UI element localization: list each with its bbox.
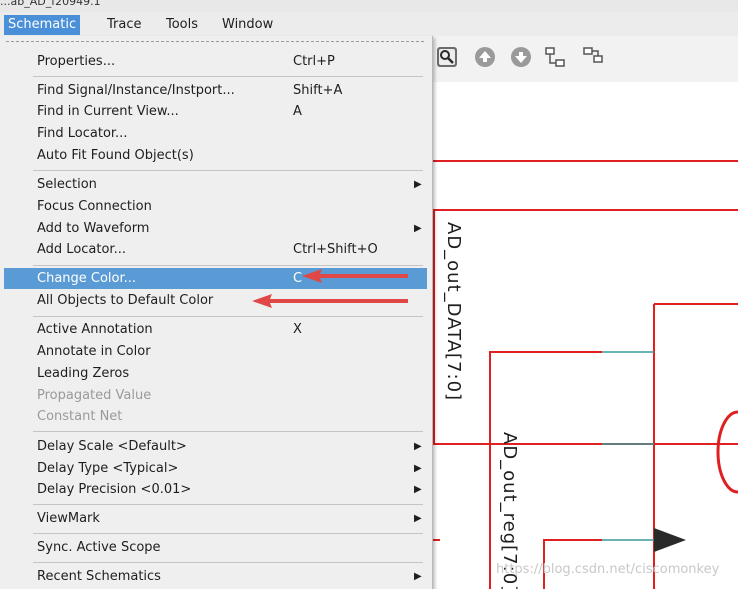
menu-separator	[33, 316, 423, 317]
menu-item-properties[interactable]: Properties... Ctrl+P	[4, 51, 427, 72]
menu-trace[interactable]: Trace	[103, 15, 146, 35]
menu-separator	[33, 504, 423, 505]
menu-schematic[interactable]: Schematic	[4, 15, 81, 35]
submenu-arrow-icon: ▶	[414, 441, 422, 452]
menu-window[interactable]: Window	[218, 15, 277, 35]
menu-tools[interactable]: Tools	[162, 15, 202, 35]
window-title-bar: ...ab_AD_f20949.1	[0, 0, 738, 12]
menu-item-sync-active-scope[interactable]: Sync. Active Scope	[4, 537, 427, 558]
menu-item-find-locator[interactable]: Find Locator...	[4, 123, 427, 144]
menu-item-propagated-value: Propagated Value	[37, 388, 152, 403]
arrow-down-icon[interactable]	[510, 46, 532, 68]
hierarchy-down-icon[interactable]	[544, 46, 566, 68]
menu-separator	[33, 533, 423, 534]
menu-item-add-locator[interactable]: Add Locator... Ctrl+Shift+O	[4, 239, 427, 260]
menu-item-delay-precision[interactable]: Delay Precision <0.01> ▶	[4, 479, 427, 500]
menu-item-delay-scale[interactable]: Delay Scale <Default> ▶	[4, 436, 427, 457]
hierarchy-up-icon[interactable]	[582, 46, 604, 68]
menu-separator	[33, 431, 423, 432]
annotation-arrow-icon	[302, 269, 408, 283]
menu-item-annotate-in-color[interactable]: Annotate in Color	[4, 341, 427, 362]
menu-item-delay-type[interactable]: Delay Type <Typical> ▶	[4, 458, 427, 479]
schematic-canvas[interactable]: AD_out_DATA[7:0] AD_out_reg[7:0] https:/…	[432, 82, 738, 589]
zoom-select-icon[interactable]	[436, 46, 458, 68]
submenu-arrow-icon: ▶	[414, 223, 422, 234]
menu-item-viewmark[interactable]: ViewMark ▶	[4, 508, 427, 529]
menu-item-add-to-waveform[interactable]: Add to Waveform ▶	[4, 218, 427, 239]
menu-item-leading-zeros[interactable]: Leading Zeros	[4, 363, 427, 384]
watermark: https://blog.csdn.net/ciscomonkey	[496, 562, 720, 577]
window-title: ...ab_AD_f20949.1	[0, 0, 101, 8]
menu-item-find-current-view[interactable]: Find in Current View... A	[4, 101, 427, 122]
menu-item-find-signal[interactable]: Find Signal/Instance/Instport... Shift+A	[4, 80, 427, 101]
menu-tearoff[interactable]	[6, 41, 424, 42]
menu-item-selection[interactable]: Selection ▶	[4, 174, 427, 195]
annotation-arrow-icon	[252, 294, 408, 308]
menu-bar: Schematic Trace Tools Window	[0, 12, 738, 37]
schematic-dropdown-menu: Properties... Ctrl+P Find Signal/Instance…	[0, 36, 433, 589]
menu-item-active-annotation[interactable]: Active Annotation X	[4, 319, 427, 340]
menu-item-constant-net: Constant Net	[37, 409, 123, 424]
menu-separator	[33, 170, 423, 171]
submenu-arrow-icon: ▶	[414, 484, 422, 495]
menu-item-focus-connection[interactable]: Focus Connection	[4, 196, 427, 217]
menu-separator	[33, 76, 423, 77]
schematic-drawing	[432, 160, 738, 589]
menu-item-auto-fit[interactable]: Auto Fit Found Object(s)	[4, 145, 427, 166]
menu-item-recent-schematics[interactable]: Recent Schematics ▶	[4, 566, 427, 587]
signal-label[interactable]: AD_out_DATA[7:0]	[443, 222, 464, 401]
submenu-arrow-icon: ▶	[414, 179, 422, 190]
arrow-up-icon[interactable]	[474, 46, 496, 68]
submenu-arrow-icon: ▶	[414, 463, 422, 474]
submenu-arrow-icon: ▶	[414, 571, 422, 582]
toolbar	[432, 36, 738, 83]
submenu-arrow-icon: ▶	[414, 513, 422, 524]
menu-separator	[33, 562, 423, 563]
